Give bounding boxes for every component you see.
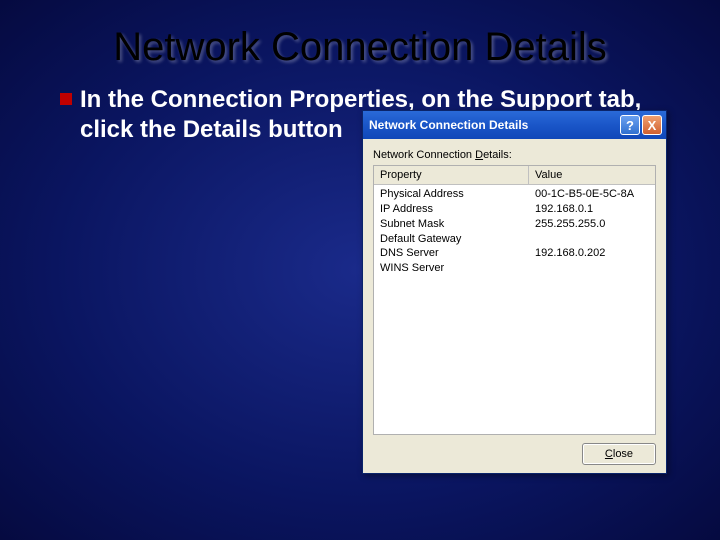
property-cell: IP Address xyxy=(374,202,529,217)
property-cell: DNS Server xyxy=(374,246,529,261)
network-details-dialog: Network Connection Details ? X Network C… xyxy=(362,110,667,474)
value-cell: 00-1C-B5-0E-5C-8A xyxy=(529,187,655,202)
table-row[interactable]: WINS Server xyxy=(374,261,655,276)
header-property[interactable]: Property xyxy=(374,166,529,184)
help-icon: ? xyxy=(626,118,634,133)
table-header: Property Value xyxy=(374,166,655,185)
close-button-accel: C xyxy=(605,448,613,460)
value-cell xyxy=(529,261,655,276)
property-cell: Default Gateway xyxy=(374,232,529,247)
header-value[interactable]: Value xyxy=(529,166,655,184)
table-row[interactable]: Default Gateway xyxy=(374,232,655,247)
value-cell: 255.255.255.0 xyxy=(529,217,655,232)
value-cell: 192.168.0.202 xyxy=(529,246,655,261)
slide-title: Network Connection Details xyxy=(0,0,720,85)
table-row[interactable]: Physical Address00-1C-B5-0E-5C-8A xyxy=(374,187,655,202)
dialog-title: Network Connection Details xyxy=(369,118,528,132)
details-label-before: Network Connection xyxy=(373,149,475,161)
bullet-icon xyxy=(60,93,72,105)
value-cell xyxy=(529,232,655,247)
close-button-rest: lose xyxy=(613,448,633,460)
table-row[interactable]: DNS Server192.168.0.202 xyxy=(374,246,655,261)
table-row[interactable]: Subnet Mask255.255.255.0 xyxy=(374,217,655,232)
dialog-body: Network Connection Details: Property Val… xyxy=(363,139,666,473)
close-button[interactable]: Close xyxy=(582,443,656,465)
details-label: Network Connection Details: xyxy=(373,149,656,161)
property-cell: WINS Server xyxy=(374,261,529,276)
dialog-footer: Close xyxy=(373,435,656,465)
property-cell: Physical Address xyxy=(374,187,529,202)
close-x-button[interactable]: X xyxy=(642,115,662,135)
help-button[interactable]: ? xyxy=(620,115,640,135)
details-table: Property Value Physical Address00-1C-B5-… xyxy=(373,165,656,435)
property-cell: Subnet Mask xyxy=(374,217,529,232)
dialog-titlebar[interactable]: Network Connection Details ? X xyxy=(363,111,666,139)
close-icon: X xyxy=(648,118,657,133)
table-body: Physical Address00-1C-B5-0E-5C-8AIP Addr… xyxy=(374,185,655,278)
details-label-after: etails: xyxy=(483,149,512,161)
details-label-accel: D xyxy=(475,149,483,161)
value-cell: 192.168.0.1 xyxy=(529,202,655,217)
titlebar-buttons: ? X xyxy=(620,115,662,135)
table-row[interactable]: IP Address192.168.0.1 xyxy=(374,202,655,217)
